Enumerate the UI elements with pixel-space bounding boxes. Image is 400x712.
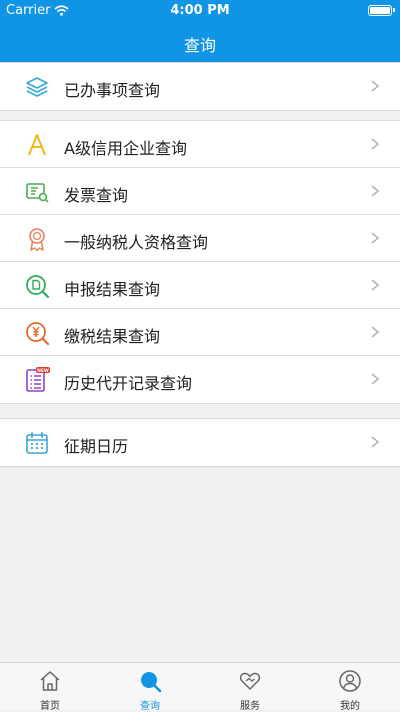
menu-item-declaration-result[interactable]: 申报结果查询 <box>0 262 400 309</box>
calendar-icon <box>26 432 48 454</box>
chevron-right-icon <box>371 138 380 150</box>
user-icon <box>339 670 361 692</box>
list-new-icon: NEW <box>26 367 50 392</box>
chevron-right-icon <box>371 232 380 244</box>
handshake-heart-icon <box>239 672 261 690</box>
menu-item-label: 征期日历 <box>64 437 129 456</box>
document-search-icon <box>26 275 50 299</box>
menu-item-label: 申报结果查询 <box>64 280 161 299</box>
home-icon <box>40 671 60 691</box>
chevron-right-icon <box>371 436 380 448</box>
menu-item-invoice[interactable]: 发票查询 <box>0 168 400 215</box>
menu-item-label: A级信用企业查询 <box>64 139 187 158</box>
tab-mine[interactable]: 我的 <box>300 663 400 712</box>
status-bar: Carrier 4:00 PM <box>0 0 400 22</box>
invoice-search-icon <box>26 183 49 203</box>
menu-item-tax-payment-result[interactable]: 缴税结果查询 <box>0 309 400 356</box>
menu-group-2: A级信用企业查询 发票查询 一般纳税人资格查询 申报结果查询 缴税结果查询 NE… <box>0 120 400 404</box>
ribbon-badge-icon <box>29 228 45 252</box>
menu-item-handled-matters[interactable]: 已办事项查询 <box>0 63 400 110</box>
menu-item-label: 一般纳税人资格查询 <box>64 233 209 252</box>
tab-service[interactable]: 服务 <box>200 663 300 712</box>
battery-icon <box>368 5 395 16</box>
menu-group-3: 征期日历 <box>0 418 400 467</box>
letter-a-icon <box>28 134 46 156</box>
menu-item-label: 已办事项查询 <box>64 81 161 100</box>
chevron-right-icon <box>371 185 380 197</box>
status-time: 4:00 PM <box>170 3 230 18</box>
tab-bar: 首页 查询 服务 我的 <box>0 662 400 712</box>
tab-home[interactable]: 首页 <box>0 663 100 712</box>
new-badge: NEW <box>37 368 49 374</box>
chevron-right-icon <box>371 326 380 338</box>
menu-item-general-taxpayer[interactable]: 一般纳税人资格查询 <box>0 215 400 262</box>
menu-item-history-records[interactable]: NEW 历史代开记录查询 <box>0 356 400 403</box>
page-title: 查询 <box>183 36 216 55</box>
menu-item-label: 发票查询 <box>64 186 129 205</box>
chevron-right-icon <box>371 279 380 291</box>
search-icon <box>141 672 162 693</box>
yuan-search-icon <box>26 322 50 346</box>
menu-item-tax-calendar[interactable]: 征期日历 <box>0 419 400 466</box>
chevron-right-icon <box>371 80 380 92</box>
menu-item-label: 历史代开记录查询 <box>64 374 193 393</box>
menu-item-a-credit[interactable]: A级信用企业查询 <box>0 121 400 168</box>
chevron-right-icon <box>371 373 380 385</box>
top-bar: Carrier 4:00 PM 查询 <box>0 0 400 62</box>
menu-item-label: 缴税结果查询 <box>64 327 161 346</box>
layers-icon <box>26 77 48 97</box>
tab-query[interactable]: 查询 <box>100 663 200 712</box>
menu-group-1: 已办事项查询 <box>0 62 400 111</box>
